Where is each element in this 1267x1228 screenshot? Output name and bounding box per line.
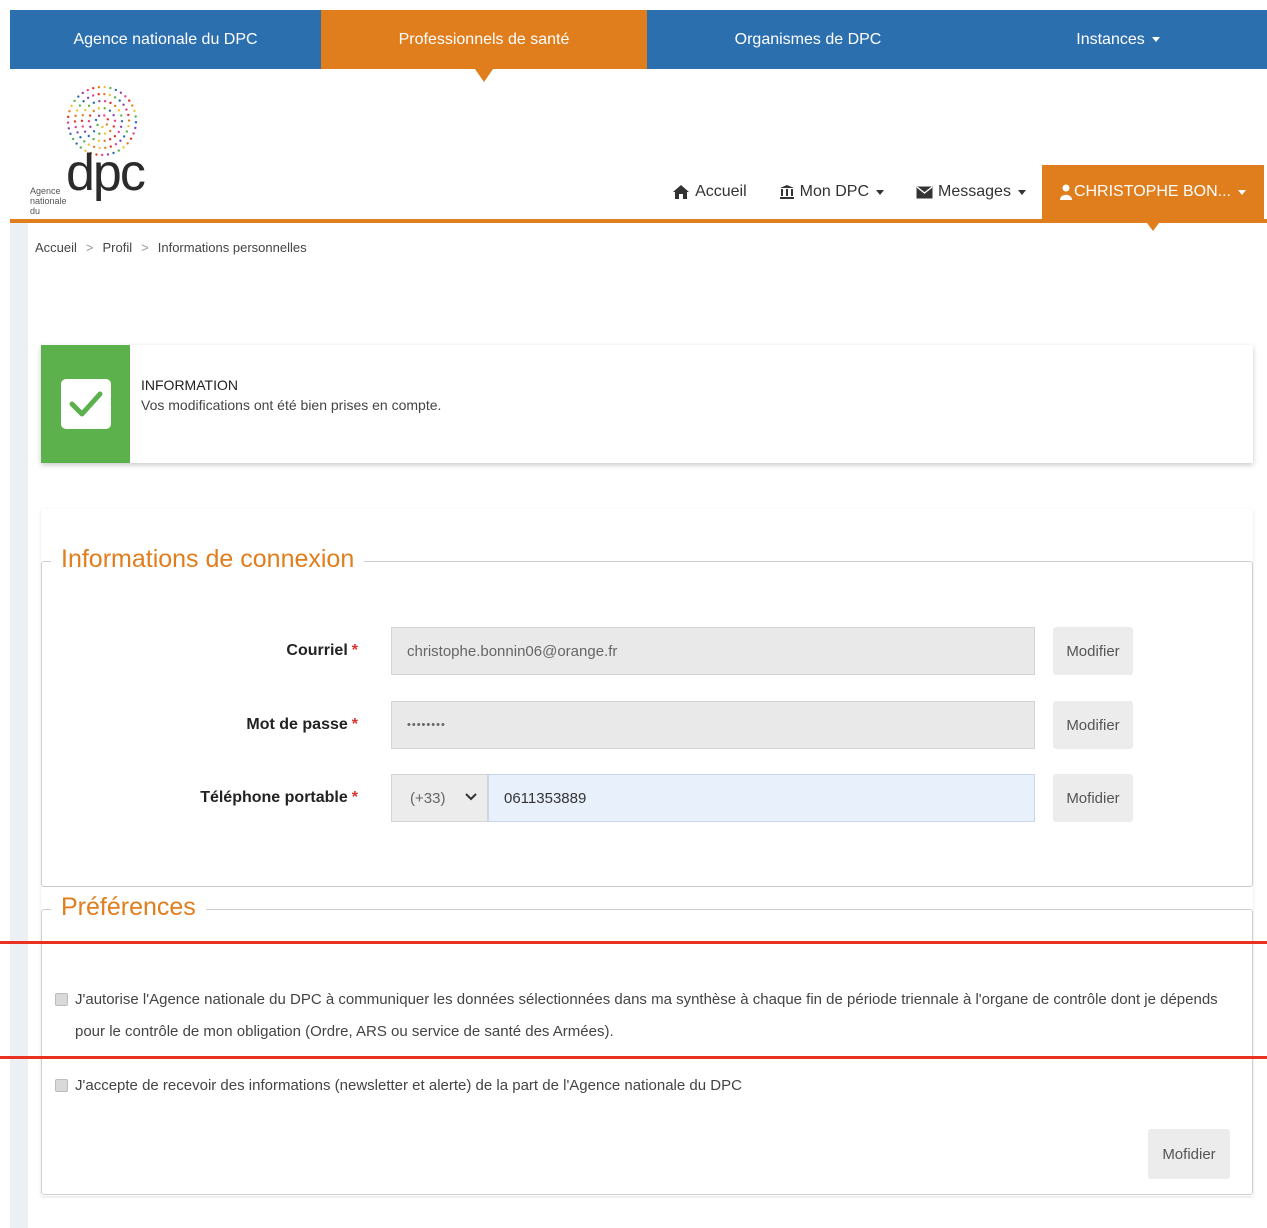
preferences-fieldset bbox=[41, 909, 1253, 1195]
nav-accueil[interactable]: Accueil bbox=[656, 165, 763, 219]
consent-checkbox-1[interactable] bbox=[55, 993, 68, 1006]
breadcrumb-separator: > bbox=[141, 240, 149, 255]
logo-small-text: Agence nationale du bbox=[30, 186, 67, 216]
user-menu[interactable]: CHRISTOPHE BON... bbox=[1041, 165, 1264, 231]
phone-row: Téléphone portable * (+33) 0611353889 Mof… bbox=[41, 774, 1253, 824]
site-header: Agence nationale du dpc Accueil Mon DPC … bbox=[10, 69, 1267, 231]
email-row: Courriel * christophe.bonnin06@orange.fr … bbox=[41, 627, 1253, 677]
topnav-organismes-label: Organismes de DPC bbox=[734, 30, 882, 48]
user-name: CHRISTOPHE BON... bbox=[1073, 183, 1231, 200]
topnav-instances-label: Instances bbox=[1076, 30, 1145, 48]
secondary-navigation: Accueil Mon DPC Messages CHRISTOPHE BON.… bbox=[656, 165, 1264, 231]
chevron-down-icon bbox=[1151, 37, 1160, 42]
breadcrumb-accueil[interactable]: Accueil bbox=[35, 240, 77, 255]
password-row: Mot de passe * •••••••• Modifier bbox=[41, 701, 1253, 751]
logo-wordmark: dpc bbox=[66, 144, 146, 202]
topnav-agence-label: Agence nationale du DPC bbox=[73, 30, 258, 48]
user-icon bbox=[1059, 184, 1072, 200]
annotation-line-bottom bbox=[0, 1056, 1267, 1059]
nav-mon-dpc-label: Mon DPC bbox=[799, 183, 870, 200]
chevron-down-icon bbox=[876, 189, 885, 195]
checkmark-icon bbox=[60, 379, 111, 429]
modify-password-button[interactable]: Modifier bbox=[1053, 701, 1133, 749]
alert-icon-area bbox=[41, 345, 130, 463]
nav-accueil-label: Accueil bbox=[695, 183, 747, 200]
nav-mon-dpc[interactable]: Mon DPC bbox=[763, 165, 900, 219]
breadcrumb-profil[interactable]: Profil bbox=[103, 240, 133, 255]
topnav-instances[interactable]: Instances bbox=[969, 10, 1267, 69]
success-alert: INFORMATION Vos modifications ont été bi… bbox=[41, 345, 1253, 463]
breadcrumb: Accueil > Profil > Informations personnelles bbox=[35, 240, 307, 255]
topnav-organismes[interactable]: Organismes de DPC bbox=[647, 10, 969, 69]
breadcrumb-separator: > bbox=[85, 240, 94, 255]
phone-prefix-select[interactable]: (+33) bbox=[391, 774, 488, 822]
top-navigation: Agence nationale du DPC Professionnels d… bbox=[10, 10, 1267, 82]
password-label: Mot de passe * bbox=[246, 716, 358, 733]
preferences-legend: Préférences bbox=[51, 893, 206, 922]
topnav-professionnels[interactable]: Professionnels de santé bbox=[321, 10, 647, 82]
topnav-agence[interactable]: Agence nationale du DPC bbox=[10, 10, 321, 69]
nav-messages-label: Messages bbox=[938, 183, 1011, 200]
phone-input[interactable]: 0611353889 bbox=[488, 774, 1035, 822]
alert-title: INFORMATION bbox=[141, 377, 238, 393]
connexion-legend: Informations de connexion bbox=[51, 545, 365, 574]
chevron-down-icon bbox=[1017, 189, 1026, 195]
nav-messages[interactable]: Messages bbox=[900, 165, 1042, 219]
email-label: Courriel * bbox=[286, 642, 358, 659]
logo[interactable]: Agence nationale du dpc bbox=[30, 81, 170, 216]
modify-phone-button[interactable]: Mofidier bbox=[1053, 774, 1133, 822]
save-preferences-button[interactable]: Mofidier bbox=[1148, 1129, 1230, 1179]
annotation-line-top bbox=[0, 941, 1267, 944]
envelope-icon bbox=[916, 185, 933, 198]
breadcrumb-current: Informations personnelles bbox=[157, 240, 307, 255]
institution-icon bbox=[779, 185, 794, 199]
connexion-panel: Informations de connexion Courriel * chri… bbox=[41, 509, 1253, 887]
phone-prefix-value: (+33) bbox=[410, 789, 446, 807]
preferences-panel: Préférences J'autorise l'Agence national… bbox=[41, 887, 1253, 1196]
password-field[interactable]: •••••••• bbox=[391, 701, 1035, 749]
alert-message: Vos modifications ont été bien prises en… bbox=[141, 397, 442, 413]
consent-label-2: J'accepte de recevoir des informations (… bbox=[75, 1077, 742, 1094]
chevron-down-icon bbox=[465, 793, 477, 801]
home-icon bbox=[673, 185, 690, 199]
left-gutter bbox=[10, 223, 28, 1228]
modify-email-button[interactable]: Modifier bbox=[1053, 627, 1133, 675]
consent-label-1: J'autorise l'Agence nationale du DPC à c… bbox=[75, 991, 1218, 1040]
email-field[interactable]: christophe.bonnin06@orange.fr bbox=[391, 627, 1035, 675]
chevron-down-icon bbox=[1238, 189, 1246, 195]
topnav-professionnels-label: Professionnels de santé bbox=[398, 30, 570, 48]
consent-checkbox-2[interactable] bbox=[55, 1079, 68, 1092]
phone-label: Téléphone portable * bbox=[200, 789, 358, 806]
header-divider bbox=[10, 219, 1267, 223]
